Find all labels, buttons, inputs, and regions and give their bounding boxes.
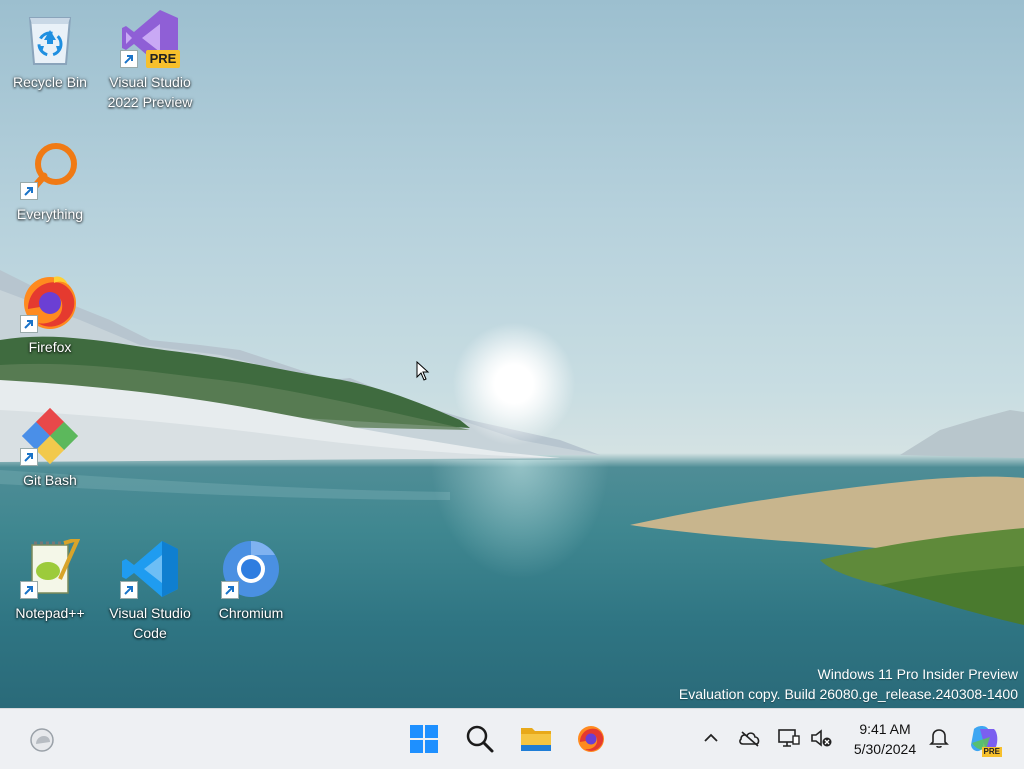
shortcut-arrow-icon — [20, 182, 38, 200]
volume-muted-icon — [811, 729, 832, 747]
widgets-button[interactable] — [22, 719, 62, 759]
desktop-icon-label: Firefox — [28, 339, 72, 355]
clock-date: 5/30/2024 — [853, 741, 917, 757]
visual-studio-preview-icon: PRE — [120, 8, 180, 68]
display-icon — [778, 729, 800, 747]
desktop-icon-everything[interactable]: Everything — [0, 140, 100, 224]
git-bash-icon — [20, 406, 80, 466]
network-button[interactable] — [774, 723, 804, 753]
chevron-up-icon — [704, 733, 718, 742]
shortcut-arrow-icon — [20, 448, 38, 466]
desktop-wallpaper[interactable]: Recycle Bin PRE Visual Studio 2022 Previe… — [0, 0, 1024, 708]
weather-icon — [30, 728, 54, 752]
desktop-icon-label: Chromium — [218, 605, 284, 621]
desktop-icon-label: Visual Studio Code — [109, 605, 191, 641]
windows-watermark: Windows 11 Pro Insider Preview Evaluatio… — [679, 664, 1018, 704]
desktop-icon-firefox[interactable]: Firefox — [0, 273, 100, 357]
notepad-plus-plus-icon — [20, 535, 82, 599]
everything-search-icon — [20, 140, 80, 200]
file-explorer-icon — [521, 728, 551, 751]
preview-badge: PRE — [146, 50, 180, 68]
copilot-icon: PRE — [968, 723, 1002, 757]
notifications-button[interactable] — [924, 723, 954, 753]
desktop-icon-git-bash[interactable]: Git Bash — [0, 406, 100, 490]
sun — [452, 322, 576, 446]
file-explorer-button[interactable] — [516, 719, 556, 759]
copilot-pre-badge: PRE — [981, 747, 1002, 757]
onedrive-button[interactable] — [735, 723, 765, 753]
shortcut-arrow-icon — [120, 581, 138, 599]
shortcut-arrow-icon — [221, 581, 239, 599]
firefox-taskbar-button[interactable] — [571, 719, 611, 759]
taskbar: 9:41 AM 5/30/2024 PRE — [0, 708, 1024, 769]
desktop-icon-chromium[interactable]: Chromium — [201, 539, 301, 623]
desktop-icon-label: Recycle Bin — [13, 74, 87, 90]
shortcut-arrow-icon — [120, 50, 138, 68]
water-glare — [430, 460, 610, 580]
search-icon — [466, 725, 494, 753]
desktop-icon-label: Visual Studio 2022 Preview — [107, 74, 193, 110]
desktop-icon-vscode[interactable]: Visual Studio Code — [100, 539, 200, 643]
firefox-icon — [578, 726, 604, 752]
firefox-icon — [20, 273, 80, 333]
search-button[interactable] — [460, 719, 500, 759]
start-button[interactable] — [404, 719, 444, 759]
recycle-bin-icon — [20, 8, 80, 68]
desktop-icon-label: Everything — [16, 206, 84, 222]
watermark-edition: Windows 11 Pro Insider Preview — [817, 666, 1018, 682]
shortcut-arrow-icon — [20, 581, 38, 599]
volume-button[interactable] — [806, 723, 836, 753]
bell-icon — [929, 729, 949, 748]
chromium-icon — [221, 539, 281, 599]
desktop-icon-label: Notepad++ — [15, 605, 85, 621]
shortcut-arrow-icon — [20, 315, 38, 333]
desktop-icon-notepad-plus-plus[interactable]: Notepad++ — [0, 535, 100, 623]
desktop-icon-recycle-bin[interactable]: Recycle Bin — [0, 8, 100, 92]
mouse-cursor-icon — [416, 360, 430, 386]
vscode-icon — [120, 539, 180, 599]
desktop-icon-visual-studio-preview[interactable]: PRE Visual Studio 2022 Preview — [100, 8, 200, 112]
start-icon — [410, 725, 438, 753]
copilot-button[interactable]: PRE — [964, 719, 1004, 759]
show-hidden-icons-button[interactable] — [696, 723, 726, 753]
desktop-icon-label: Git Bash — [23, 472, 77, 488]
clock-time: 9:41 AM — [859, 721, 911, 737]
watermark-build: Evaluation copy. Build 26080.ge_release.… — [678, 686, 1018, 702]
clock[interactable]: 9:41 AM 5/30/2024 — [842, 719, 928, 759]
onedrive-icon — [739, 731, 760, 747]
